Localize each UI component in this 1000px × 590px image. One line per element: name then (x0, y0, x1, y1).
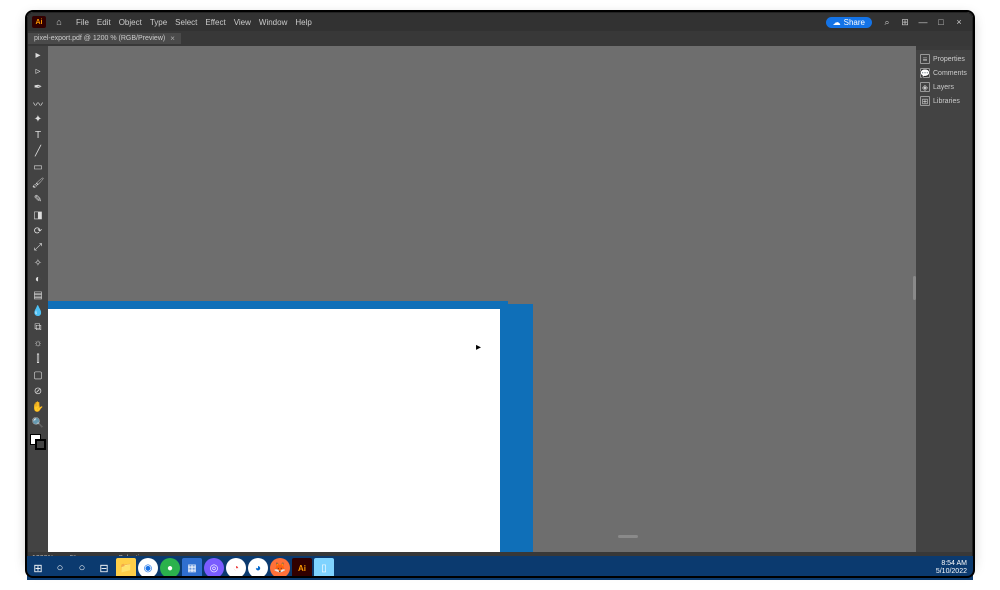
panel-label: Comments (933, 70, 967, 77)
menu-object[interactable]: Object (115, 18, 146, 27)
taskbar-search[interactable]: ○ (49, 557, 71, 579)
rotate-tool[interactable]: ⟳ (30, 224, 46, 239)
fill-stroke-swatch[interactable] (30, 434, 46, 450)
start-button[interactable]: ⊞ (27, 557, 49, 579)
menu-bar: Ai ⌂ File Edit Object Type Select Effect… (28, 13, 972, 31)
taskbar-app-2[interactable]: ▦ (182, 558, 202, 578)
artboard-edge[interactable] (503, 304, 533, 552)
taskbar-app-7[interactable]: ▯ (314, 558, 334, 578)
artboard-white[interactable] (28, 301, 508, 552)
system-clock[interactable]: 8:54 AM 5/10/2022 (930, 560, 973, 575)
panel-label: Properties (933, 56, 965, 63)
brush-tool[interactable]: 🖌 (30, 176, 46, 191)
comments-icon: 💬 (920, 68, 930, 78)
rectangle-tool[interactable]: ▭ (30, 160, 46, 175)
app-badge: Ai (32, 16, 46, 28)
blend-tool[interactable]: ⧉ (30, 320, 46, 335)
panel-libraries[interactable]: ⊞Libraries (916, 94, 972, 108)
taskbar-firefox[interactable]: 🦊 (270, 558, 290, 578)
graph-tool[interactable]: ⫿ (30, 352, 46, 367)
taskbar-app-3[interactable]: ◎ (204, 558, 224, 578)
taskbar-app-4[interactable]: ◔ (226, 558, 246, 578)
taskbar-illustrator[interactable]: Ai (292, 558, 312, 578)
share-label: Share (844, 18, 865, 27)
menu-effect[interactable]: Effect (201, 18, 229, 27)
layers-icon: ◈ (920, 82, 930, 92)
panel-properties[interactable]: ≡Properties (916, 52, 972, 66)
pencil-tool[interactable]: ✎ (30, 192, 46, 207)
right-panel: ≡Properties 💬Comments ◈Layers ⊞Libraries (916, 46, 972, 552)
type-tool[interactable]: T (30, 128, 46, 143)
minimize-button[interactable]: — (917, 17, 929, 27)
menu-help[interactable]: Help (291, 18, 315, 27)
symbol-tool[interactable]: ☼ (30, 336, 46, 351)
cursor-icon: ▸ (476, 342, 481, 353)
libraries-icon: ⊞ (920, 96, 930, 106)
slice-tool[interactable]: ⊘ (30, 384, 46, 399)
horizontal-scrollbar[interactable] (618, 535, 638, 538)
maximize-button[interactable]: □ (935, 17, 947, 27)
taskbar-chrome[interactable]: ◉ (138, 558, 158, 578)
taskbar-explorer[interactable]: 📁 (116, 558, 136, 578)
eraser-tool[interactable]: ◨ (30, 208, 46, 223)
menu-view[interactable]: View (230, 18, 255, 27)
wand-tool[interactable]: ✦ (30, 112, 46, 127)
clock-time: 8:54 AM (936, 560, 967, 568)
shape-builder-tool[interactable]: ◐ (30, 272, 46, 287)
zoom-tool[interactable]: 🔍 (30, 416, 46, 431)
width-tool[interactable]: ✧ (30, 256, 46, 271)
document-tab[interactable]: pixel-export.pdf @ 1200 % (RGB/Preview) … (28, 33, 181, 44)
clock-date: 5/10/2022 (936, 568, 967, 576)
curvature-tool[interactable]: 〰 (30, 96, 46, 111)
menu-type[interactable]: Type (146, 18, 171, 27)
menu-file[interactable]: File (72, 18, 93, 27)
cortana[interactable]: ○ (71, 557, 93, 579)
properties-icon: ≡ (920, 54, 930, 64)
menu-edit[interactable]: Edit (93, 18, 115, 27)
taskbar-app-5[interactable]: ◕ (248, 558, 268, 578)
toolbar: ▸ ▹ ✒ 〰 ✦ T ╱ ▭ 🖌 ✎ ◨ ⟳ ⤢ ✧ ◐ ▤ 💧 ⧉ ☼ ⫿ … (28, 46, 48, 552)
workarea: ▸ ▸ ▹ ✒ 〰 ✦ T ╱ ▭ 🖌 ✎ ◨ ⟳ ⤢ ✧ ◐ ▤ 💧 ⧉ ☼ … (28, 46, 972, 552)
eyedropper-tool[interactable]: 💧 (30, 304, 46, 319)
hand-tool[interactable]: ✋ (30, 400, 46, 415)
panel-label: Layers (933, 84, 954, 91)
menu-select[interactable]: Select (171, 18, 201, 27)
pen-tool[interactable]: ✒ (30, 80, 46, 95)
menu-window[interactable]: Window (255, 18, 291, 27)
search-icon[interactable]: ⌕ (880, 17, 894, 28)
close-button[interactable]: × (953, 17, 965, 27)
tab-close-icon[interactable]: × (170, 34, 175, 43)
panel-label: Libraries (933, 98, 960, 105)
taskbar-app-1[interactable]: ● (160, 558, 180, 578)
artboard-tool[interactable]: ▢ (30, 368, 46, 383)
panel-comments[interactable]: 💬Comments (916, 66, 972, 80)
cloud-icon: ☁ (833, 18, 841, 27)
home-icon[interactable]: ⌂ (52, 17, 66, 27)
direct-selection-tool[interactable]: ▹ (30, 64, 46, 79)
panel-layers[interactable]: ◈Layers (916, 80, 972, 94)
windows-taskbar: ⊞ ○ ○ ⊟ 📁 ◉ ● ▦ ◎ ◔ ◕ 🦊 Ai ▯ 8:54 AM 5/1… (27, 556, 973, 580)
scale-tool[interactable]: ⤢ (30, 240, 46, 255)
share-button[interactable]: ☁Share (826, 17, 872, 28)
line-tool[interactable]: ╱ (30, 144, 46, 159)
tab-title: pixel-export.pdf @ 1200 % (RGB/Preview) (34, 35, 165, 42)
gradient-tool[interactable]: ▤ (30, 288, 46, 303)
selection-tool[interactable]: ▸ (30, 48, 46, 63)
canvas[interactable]: ▸ (28, 46, 972, 552)
task-view[interactable]: ⊟ (93, 557, 115, 579)
document-tab-bar: pixel-export.pdf @ 1200 % (RGB/Preview) … (28, 31, 972, 46)
arrange-icon[interactable]: ⊞ (898, 17, 912, 28)
